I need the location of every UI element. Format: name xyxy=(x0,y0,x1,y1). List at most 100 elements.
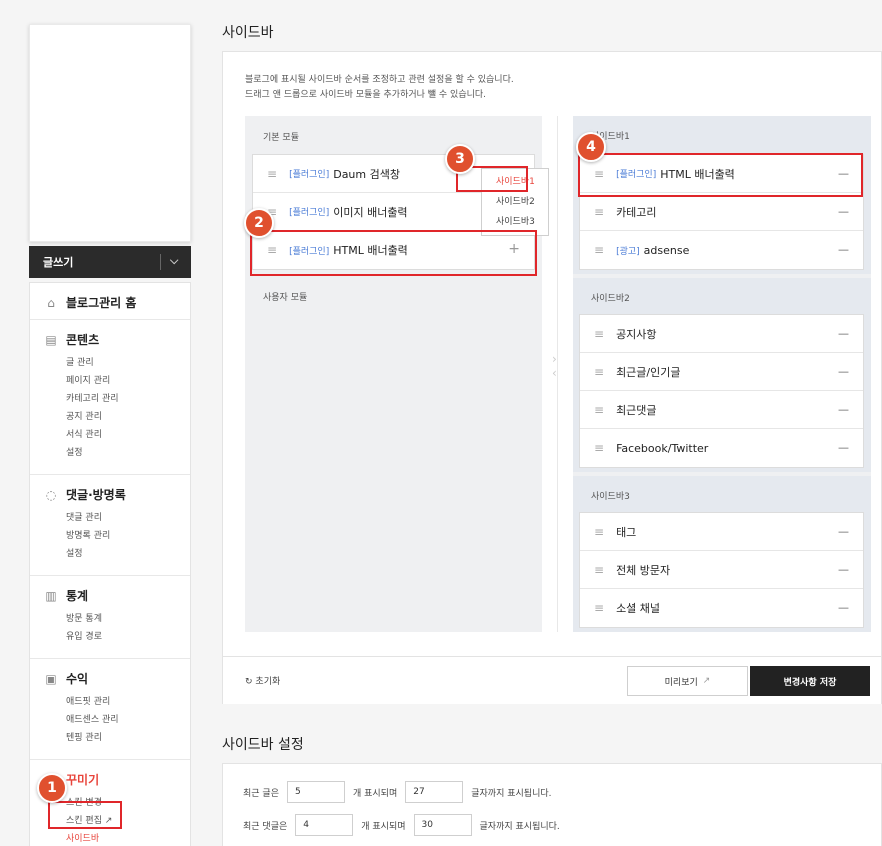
drag-handle-icon[interactable]: ≡ xyxy=(594,563,604,577)
drag-handle-icon[interactable]: ≡ xyxy=(594,601,604,615)
menu-item-label: 댓글·방명록 xyxy=(66,488,126,502)
sidebar3-label: 사이드바3 xyxy=(591,492,630,502)
description-line-2: 드래그 앤 드롭으로 사이드바 모듈을 추가하거나 뺄 수 있습니다. xyxy=(245,90,487,100)
preview-button[interactable]: 미리보기 ↗ xyxy=(627,666,748,696)
recent-posts-chars-input[interactable] xyxy=(405,781,464,803)
menu-group-comments: ◌ 댓글·방명록 댓글 관리 방명록 관리 설정 xyxy=(30,475,190,576)
recent-posts-count-input[interactable] xyxy=(286,781,345,803)
remove-module-icon[interactable]: — xyxy=(838,205,849,218)
sidebar-module-item[interactable]: ≡ 카테고리 — xyxy=(580,193,863,231)
sidebar-module-item[interactable]: ≡ 소셜 채널 — xyxy=(580,589,863,627)
remove-module-icon[interactable]: — xyxy=(838,243,849,256)
menu-sub-tenping-manage[interactable]: 텐핑 관리 xyxy=(44,729,190,747)
sidebar-module-item[interactable]: ≡ 태그 — xyxy=(580,513,863,551)
chevron-down-icon[interactable]: ⌵ xyxy=(170,254,178,268)
drag-handle-icon[interactable]: ≡ xyxy=(267,167,277,181)
callout-badge-1: 1 xyxy=(37,773,67,803)
dropdown-option-sidebar3[interactable]: 사이드바3 xyxy=(482,212,548,232)
comment-icon: ◌ xyxy=(45,487,57,502)
remove-module-icon[interactable]: — xyxy=(838,525,849,538)
drag-handle-icon[interactable]: ≡ xyxy=(594,205,604,219)
blog-thumbnail-image xyxy=(34,35,188,239)
drag-handle-icon[interactable]: ≡ xyxy=(594,243,604,257)
menu-sub-visit-stats[interactable]: 방문 통계 xyxy=(44,610,190,628)
menu-item-revenue[interactable]: ▣ 수익 xyxy=(44,670,190,687)
module-name: adsense xyxy=(643,243,690,257)
sidebar-module-item[interactable]: ≡ Facebook/Twitter — xyxy=(580,429,863,467)
module-name: 공지사항 xyxy=(616,327,657,341)
menu-item-label: 수익 xyxy=(66,672,89,686)
editor-footer: ↻ 초기화 미리보기 ↗ 변경사항 저장 xyxy=(223,656,881,704)
module-name: 태그 xyxy=(616,525,637,539)
sidebar-module-item[interactable]: ≡ 최근글/인기글 — xyxy=(580,353,863,391)
write-button[interactable]: 글쓰기 ⌵ xyxy=(29,246,191,278)
remove-module-icon[interactable]: — xyxy=(838,601,849,614)
menu-sub-adsense-manage[interactable]: 애드센스 관리 xyxy=(44,711,190,729)
sidebar-editor-panel: 블로그에 표시될 사이드바 순서를 조정하고 관련 설정을 할 수 있습니다. … xyxy=(222,51,882,704)
module-name: 최근댓글 xyxy=(616,403,657,417)
menu-item-content[interactable]: ▤ 콘텐츠 xyxy=(44,331,190,348)
sidebar-module-item[interactable]: ≡ 전체 방문자 — xyxy=(580,551,863,589)
recent-comments-chars-input[interactable] xyxy=(413,814,472,836)
recent-comments-count-input[interactable] xyxy=(295,814,354,836)
module-name: 전체 방문자 xyxy=(616,563,671,577)
reset-label: 초기화 xyxy=(255,677,281,687)
preview-label: 미리보기 xyxy=(664,677,698,688)
drag-handle-icon[interactable]: ≡ xyxy=(594,365,604,379)
user-modules-label: 사용자 모듈 xyxy=(263,293,308,303)
menu-sub-page-manage[interactable]: 페이지 관리 xyxy=(44,372,190,390)
menu-group-home: ⌂ 블로그관리 홈 xyxy=(30,283,190,320)
bar-chart-icon: ▥ xyxy=(45,588,57,603)
move-arrows-icon: › ‹ xyxy=(552,352,557,380)
save-changes-button[interactable]: 변경사항 저장 xyxy=(750,666,870,696)
drag-handle-icon[interactable]: ≡ xyxy=(594,441,604,455)
document-icon: ▤ xyxy=(45,332,57,347)
menu-sub-template-manage[interactable]: 서식 관리 xyxy=(44,426,190,444)
menu-sub-comment-settings[interactable]: 설정 xyxy=(44,545,190,563)
menu-group-content: ▤ 콘텐츠 글 관리 페이지 관리 카테고리 관리 공지 관리 서식 관리 설정 xyxy=(30,320,190,475)
menu-item-comments[interactable]: ◌ 댓글·방명록 xyxy=(44,486,190,503)
remove-module-icon[interactable]: — xyxy=(838,441,849,454)
module-name: 최근글/인기글 xyxy=(616,365,681,379)
recent-posts-label: 최근 글은 xyxy=(243,788,279,799)
drag-handle-icon[interactable]: ≡ xyxy=(594,327,604,341)
menu-group-revenue: ▣ 수익 애드핏 관리 애드센스 관리 텐핑 관리 xyxy=(30,659,190,760)
recent-posts-mid-label: 개 표시되며 xyxy=(352,788,398,799)
menu-sub-notice-manage[interactable]: 공지 관리 xyxy=(44,408,190,426)
remove-module-icon[interactable]: — xyxy=(838,403,849,416)
sidebar-module-item[interactable]: ≡ 공지사항 — xyxy=(580,315,863,353)
callout-box-html-banner-module xyxy=(250,230,537,276)
sidebar-module-item[interactable]: ≡ 최근댓글 — xyxy=(580,391,863,429)
menu-sub-sidebar[interactable]: 사이드바 xyxy=(44,830,190,846)
page-title: 사이드바 xyxy=(222,25,274,41)
menu-sub-referrer[interactable]: 유입 경로 xyxy=(44,628,190,646)
drag-handle-icon[interactable]: ≡ xyxy=(594,525,604,539)
admin-menu: ⌂ 블로그관리 홈 ▤ 콘텐츠 글 관리 페이지 관리 카테고리 관리 공지 관… xyxy=(29,282,191,846)
refresh-icon: ↻ xyxy=(245,677,253,687)
drag-handle-icon[interactable]: ≡ xyxy=(594,403,604,417)
menu-sub-adfit-manage[interactable]: 애드핏 관리 xyxy=(44,693,190,711)
remove-module-icon[interactable]: — xyxy=(838,563,849,576)
module-name: 이미지 배너출력 xyxy=(333,205,408,219)
menu-sub-content-settings[interactable]: 설정 xyxy=(44,444,190,462)
reset-button[interactable]: ↻ 초기화 xyxy=(245,674,280,687)
module-tag: [광고] xyxy=(616,246,640,257)
remove-module-icon[interactable]: — xyxy=(838,327,849,340)
sidebar3-list: ≡ 태그 — ≡ 전체 방문자 — ≡ 소셜 채널 — xyxy=(579,512,864,628)
menu-sub-post-manage[interactable]: 글 관리 xyxy=(44,354,190,372)
menu-item-blog-home[interactable]: ⌂ 블로그관리 홈 xyxy=(44,294,190,311)
menu-sub-comment-manage[interactable]: 댓글 관리 xyxy=(44,509,190,527)
blog-thumbnail[interactable] xyxy=(29,24,191,242)
dropdown-option-sidebar2[interactable]: 사이드바2 xyxy=(482,192,548,212)
sidebar-module-item[interactable]: ≡ [광고] adsense — xyxy=(580,231,863,269)
recent-comments-mid-label: 개 표시되며 xyxy=(361,821,406,832)
callout-box-sidebar1-added-module xyxy=(578,153,863,197)
menu-sub-category-manage[interactable]: 카테고리 관리 xyxy=(44,390,190,408)
recent-posts-tail-label: 글자까지 표시됩니다. xyxy=(471,788,552,799)
menu-item-stats[interactable]: ▥ 통계 xyxy=(44,587,190,604)
menu-sub-guestbook-manage[interactable]: 방명록 관리 xyxy=(44,527,190,545)
remove-module-icon[interactable]: — xyxy=(838,365,849,378)
sidebar3-block: 사이드바3 ≡ 태그 — ≡ 전체 방문자 — ≡ 소셜 채널 — xyxy=(573,476,871,632)
recent-comments-setting: 최근 댓글은 개 표시되며 글자까지 표시됩니다. xyxy=(243,814,560,836)
external-link-icon: ↗ xyxy=(702,676,711,686)
